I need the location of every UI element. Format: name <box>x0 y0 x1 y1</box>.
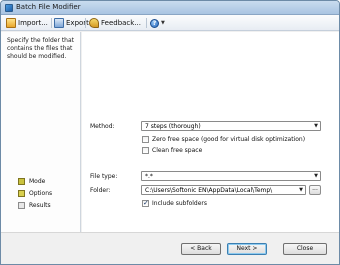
feedback-icon <box>89 18 99 28</box>
chevron-down-icon: ▼ <box>314 123 318 129</box>
help-icon: ? <box>150 18 159 28</box>
sidebar-item-results[interactable]: Results <box>18 201 51 210</box>
chevron-down-icon: ▼ <box>161 20 165 26</box>
checkbox-box <box>142 147 149 154</box>
include-subfolders-label: Include subfolders <box>152 200 208 207</box>
folder-combobox[interactable]: C:\Users\Softonic EN\AppData\Local\Temp\… <box>141 185 306 195</box>
toolbar-separator <box>85 18 86 28</box>
sidebar-item-label: Mode <box>29 178 46 185</box>
method-value: 7 steps (thorough) <box>145 123 201 130</box>
import-button[interactable]: Import... <box>6 17 48 29</box>
file-type-label: File type: <box>90 173 118 180</box>
toolbar-separator <box>51 18 52 28</box>
sidebar-item-label: Results <box>29 202 51 209</box>
step-status-icon <box>18 202 25 209</box>
clean-free-space-checkbox[interactable]: Clean free space <box>142 147 202 154</box>
close-button[interactable]: Close <box>283 243 327 255</box>
sidebar-item-mode[interactable]: Mode <box>18 177 45 186</box>
file-type-value: *.* <box>145 173 153 180</box>
app-icon <box>5 4 13 12</box>
clean-free-space-label: Clean free space <box>152 147 203 154</box>
export-icon <box>54 18 64 28</box>
next-button[interactable]: Next > <box>227 243 267 255</box>
toolbar: Import... Export... Feedback... ? ▼ <box>1 15 339 31</box>
options-panel: Method: 7 steps (thorough) ▼ Zero free s… <box>82 32 339 232</box>
window-title: Batch File Modifier <box>16 3 81 11</box>
file-type-select[interactable]: *.* ▼ <box>141 171 321 181</box>
import-label: Import... <box>18 19 48 27</box>
method-label: Method: <box>90 123 115 130</box>
chevron-down-icon: ▼ <box>299 187 303 193</box>
zero-free-space-label: Zero free space (good for virtual disk o… <box>152 136 306 143</box>
folder-value: C:\Users\Softonic EN\AppData\Local\Temp\ <box>145 187 273 194</box>
toolbar-separator <box>146 18 147 28</box>
back-button[interactable]: < Back <box>181 243 221 255</box>
batch-file-modifier-window: Batch File Modifier Import... Export... … <box>0 0 340 265</box>
title-bar: Batch File Modifier <box>1 1 339 15</box>
wizard-sidebar: Specify the folder that contains the fil… <box>1 32 81 232</box>
include-subfolders-checkbox[interactable]: Include subfolders <box>142 199 208 207</box>
step-status-icon <box>18 178 25 185</box>
checkbox-box <box>142 199 149 207</box>
wizard-footer: < Back Next > Close <box>1 232 339 264</box>
step-description: Specify the folder that contains the fil… <box>7 37 75 60</box>
browse-folder-button[interactable]: ... <box>309 185 321 195</box>
zero-free-space-checkbox[interactable]: Zero free space (good for virtual disk o… <box>142 136 305 143</box>
checkbox-box <box>142 136 149 143</box>
sidebar-item-label: Options <box>29 190 53 197</box>
sidebar-item-options[interactable]: Options <box>18 189 52 198</box>
feedback-button[interactable]: Feedback... <box>89 17 141 29</box>
feedback-label: Feedback... <box>101 19 142 27</box>
help-menu-button[interactable]: ? ▼ <box>150 17 165 29</box>
step-status-icon <box>18 190 25 197</box>
method-select[interactable]: 7 steps (thorough) ▼ <box>141 121 321 131</box>
import-icon <box>6 18 16 28</box>
folder-label: Folder: <box>90 187 111 194</box>
chevron-down-icon: ▼ <box>314 173 318 179</box>
